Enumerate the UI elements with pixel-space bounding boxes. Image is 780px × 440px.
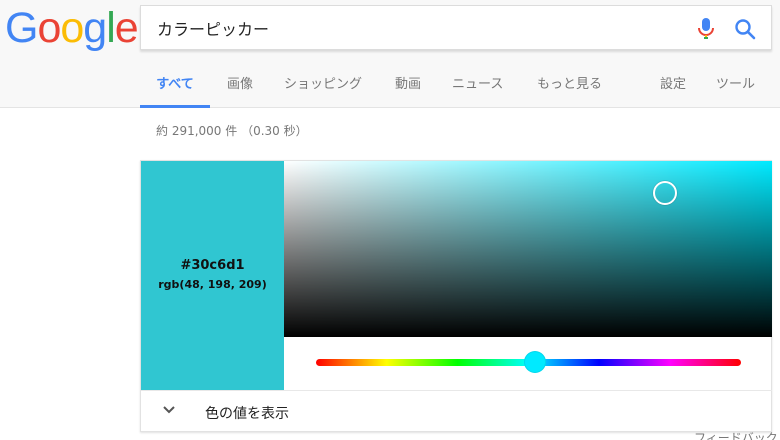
feedback-link[interactable]: フィードバック [694, 432, 778, 440]
microphone-icon[interactable] [697, 18, 715, 40]
show-color-values-row[interactable]: 色の値を表示 [141, 390, 772, 432]
rgb-value: rgb(48, 198, 209) [158, 278, 267, 291]
saturation-value-area[interactable] [284, 161, 772, 337]
sv-handle[interactable] [652, 180, 677, 205]
sv-black-gradient [284, 161, 772, 337]
color-swatch: #30c6d1 rgb(48, 198, 209) [141, 161, 284, 390]
tab-settings[interactable]: 設定 [660, 64, 686, 108]
tab-videos[interactable]: 動画 [395, 64, 421, 108]
color-picker-card: #30c6d1 rgb(48, 198, 209) 色の値を表示 [140, 160, 772, 432]
result-stats: 約 291,000 件 （0.30 秒） [156, 124, 308, 138]
hex-value: #30c6d1 [180, 258, 245, 273]
tab-tools[interactable]: ツール [716, 64, 755, 108]
logo-letter: G [5, 4, 38, 52]
logo-letter: e [114, 4, 139, 52]
show-color-values-label: 色の値を表示 [205, 406, 289, 422]
tab-news[interactable]: ニュース [452, 64, 503, 108]
logo-letter: l [106, 4, 116, 52]
search-tabs: すべて 画像 ショッピング 動画 ニュース もっと見る 設定 ツール [140, 64, 780, 108]
tab-shopping[interactable]: ショッピング [284, 64, 362, 108]
logo-letter: g [83, 4, 107, 52]
search-box [140, 5, 772, 50]
tab-more[interactable]: もっと見る [537, 64, 602, 108]
header: Google すべて 画像 ショッピング 動画 ニュース もっと見る 設定 ツー… [0, 0, 780, 108]
hue-handle[interactable] [523, 351, 546, 373]
search-input[interactable] [141, 6, 681, 49]
google-logo[interactable]: Google [5, 4, 139, 52]
logo-letter: o [37, 4, 61, 52]
tab-images[interactable]: 画像 [227, 64, 253, 108]
logo-letter: o [60, 4, 84, 52]
chevron-down-icon [163, 406, 175, 414]
tab-all[interactable]: すべて [140, 64, 210, 108]
search-icon[interactable] [734, 18, 756, 40]
